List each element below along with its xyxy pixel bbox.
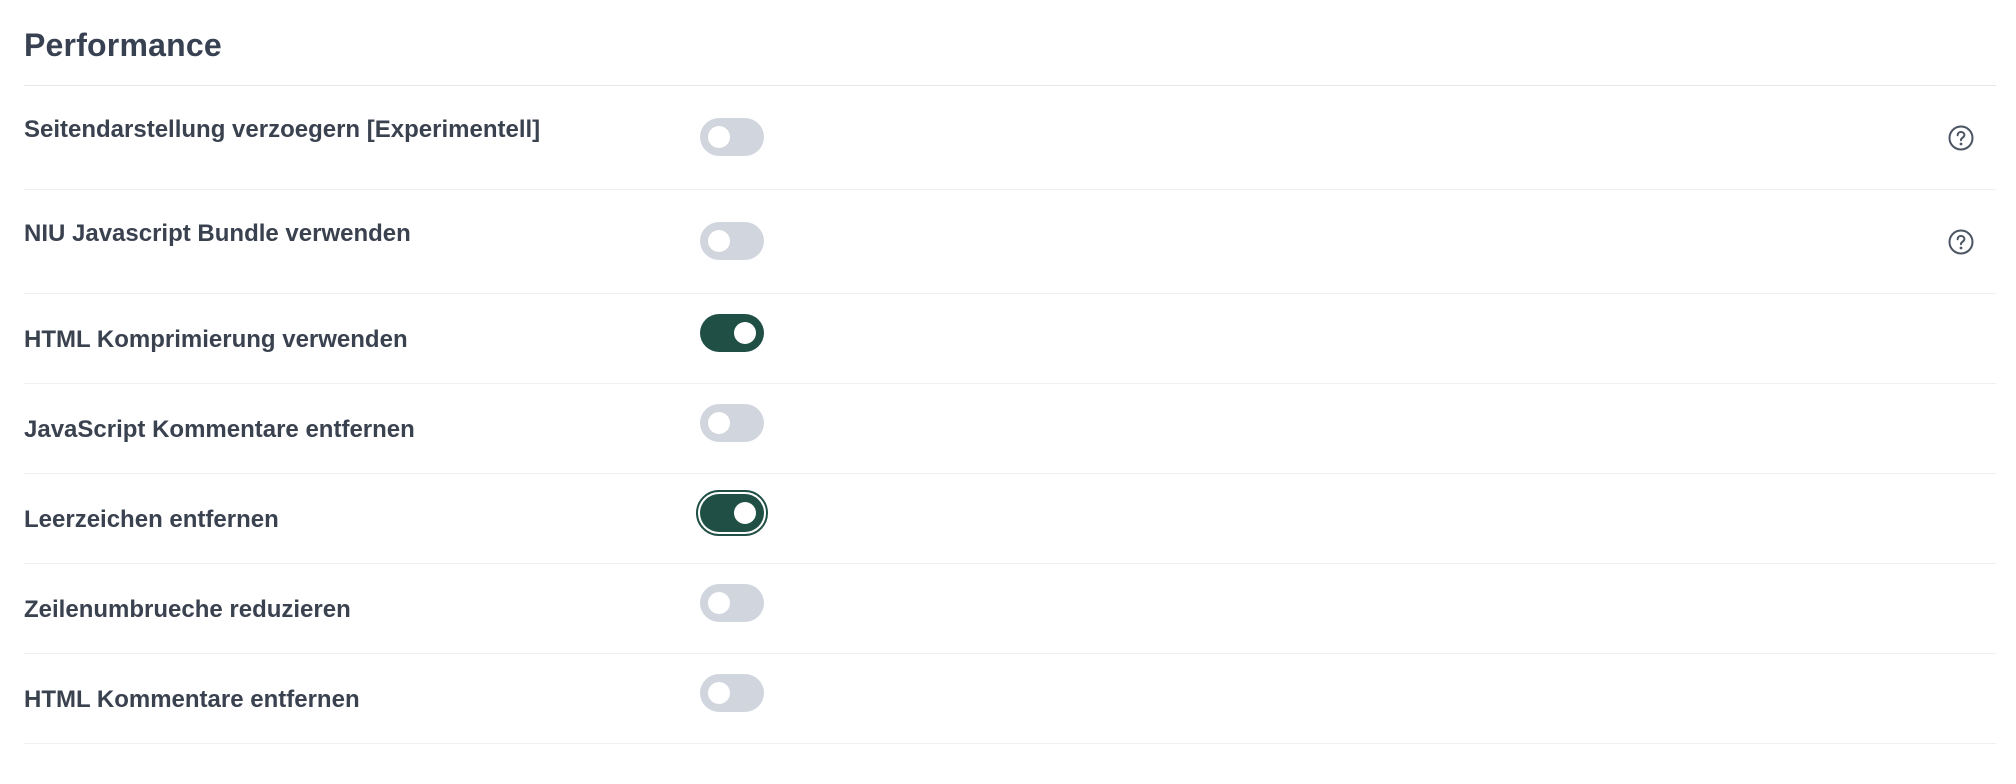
setting-label: HTML Komprimierung verwenden <box>24 326 408 353</box>
setting-row-remove-whitespace: Leerzeichen entfernen <box>24 474 1996 564</box>
setting-label: JavaScript Kommentare entfernen <box>24 416 415 443</box>
toggle-knob <box>708 592 730 614</box>
toggle-js-comments[interactable] <box>700 404 764 442</box>
toggle-knob <box>708 412 730 434</box>
setting-row-niu-js-bundle: NIU Javascript Bundle verwenden <box>24 190 1996 294</box>
setting-label: Zeilenumbrueche reduzieren <box>24 596 351 623</box>
toggle-knob <box>708 230 730 252</box>
setting-row-html-comments: HTML Kommentare entfernen <box>24 654 1996 744</box>
toggle-delay-rendering[interactable] <box>700 118 764 156</box>
toggle-knob <box>734 502 756 524</box>
section-title: Performance <box>24 0 1996 86</box>
toggle-niu-js-bundle[interactable] <box>700 222 764 260</box>
performance-settings-panel: Performance Seitendarstellung verzoegern… <box>24 0 1996 744</box>
setting-row-html-compression: HTML Komprimierung verwenden <box>24 294 1996 384</box>
toggle-reduce-linebreaks[interactable] <box>700 584 764 622</box>
toggle-knob <box>734 322 756 344</box>
toggle-knob <box>708 126 730 148</box>
setting-label: NIU Javascript Bundle verwenden <box>24 220 411 247</box>
setting-row-reduce-linebreaks: Zeilenumbrueche reduzieren <box>24 564 1996 654</box>
toggle-knob <box>708 682 730 704</box>
toggle-remove-whitespace[interactable] <box>696 490 768 536</box>
setting-row-delay-rendering: Seitendarstellung verzoegern [Experiment… <box>24 86 1996 190</box>
toggle-html-comments[interactable] <box>700 674 764 712</box>
setting-row-js-comments: JavaScript Kommentare entfernen <box>24 384 1996 474</box>
setting-label: Leerzeichen entfernen <box>24 506 279 533</box>
setting-label: Seitendarstellung verzoegern [Experiment… <box>24 116 541 143</box>
setting-label: HTML Kommentare entfernen <box>24 686 360 713</box>
question-circle-icon[interactable] <box>1947 228 1975 256</box>
toggle-html-compression[interactable] <box>700 314 764 352</box>
question-circle-icon[interactable] <box>1947 124 1975 152</box>
